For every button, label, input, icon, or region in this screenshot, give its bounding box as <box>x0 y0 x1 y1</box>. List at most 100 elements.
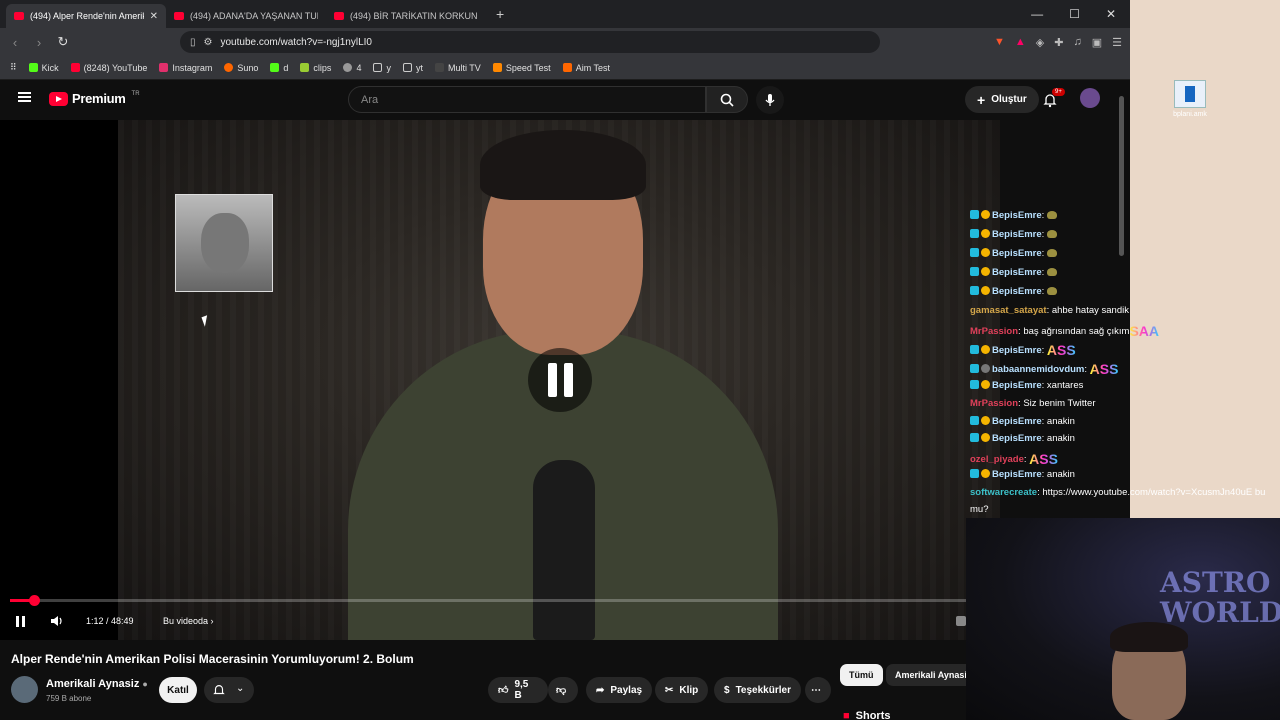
bookmark-instagram[interactable]: Instagram <box>159 63 212 73</box>
bell-icon <box>213 685 225 695</box>
brave-shield-icon[interactable]: ▼ <box>994 36 1005 49</box>
chat-text: : anakin <box>1041 416 1075 427</box>
search-icon <box>720 93 734 107</box>
chat-text: : https://www.youtube.com/watch?v=XcusmJ… <box>1037 487 1266 498</box>
channel-name[interactable]: Amerikali Aynasiz ● <box>46 678 148 690</box>
media-icon[interactable]: ♫ <box>1073 36 1081 49</box>
forward-icon[interactable]: › <box>32 35 46 50</box>
chat-message: ozel_piyade: ASS <box>970 451 1058 467</box>
chat-username[interactable]: BepisEmre <box>992 433 1042 444</box>
bookmark-kick[interactable]: Kick <box>28 63 59 73</box>
clip-button[interactable]: ✂ Klip <box>655 677 709 703</box>
create-button[interactable]: + Oluştur <box>965 86 1039 113</box>
tab-bar: (494) Alper Rende'nin Amerik ✕ (494) ADA… <box>0 0 1130 28</box>
emote-icon <box>1046 287 1057 295</box>
video-player[interactable]: 1:12 / 48:49 Bu videoda › <box>0 120 1000 640</box>
puzzle-icon[interactable]: ✚ <box>1054 36 1063 49</box>
chat-username[interactable]: MrPassion <box>970 398 1018 409</box>
youtube-header: Premium TR Ara + Oluştur 9+ <box>0 80 1130 120</box>
voice-search-button[interactable] <box>756 86 784 114</box>
chip-all[interactable]: Tümü <box>840 664 883 686</box>
bookmark-speedtest[interactable]: Speed Test <box>492 63 551 73</box>
youtube-logo[interactable]: Premium TR <box>49 91 140 106</box>
bookmark-youtube[interactable]: (8248) YouTube <box>70 63 147 73</box>
bookmark-multitv[interactable]: Multi TV <box>434 63 481 73</box>
plus-icon: + <box>977 91 986 108</box>
emote-ass: ASS <box>1046 342 1076 358</box>
autoplay-toggle-icon[interactable] <box>956 616 966 626</box>
extension-icon[interactable]: ◈ <box>1036 36 1044 49</box>
apps-icon[interactable]: ⠿ <box>10 62 17 73</box>
like-button[interactable]: 👍︎ 9,5 B <box>488 677 548 703</box>
bookmark-d[interactable]: d <box>270 63 288 73</box>
close-window-icon[interactable]: ✕ <box>1106 7 1116 21</box>
bookmark-4[interactable]: 4 <box>343 63 361 73</box>
subscriber-badge-icon <box>970 380 979 389</box>
webcam-hair <box>1110 622 1188 652</box>
gift-badge-icon <box>981 469 990 478</box>
wallet-icon[interactable]: ▣ <box>1092 36 1102 49</box>
bookmark-folder-yt[interactable]: yt <box>402 63 423 73</box>
subscriber-badge-icon <box>970 469 979 478</box>
thanks-label: Teşekkürler <box>735 684 791 696</box>
channel-name-text: Amerikali Aynasiz <box>46 678 140 690</box>
thanks-button[interactable]: $ Teşekkürler <box>714 677 801 703</box>
chat-username[interactable]: softwarecreate <box>970 487 1037 498</box>
chat-username[interactable]: BepisEmre <box>992 267 1042 278</box>
chat-username[interactable]: BepisEmre <box>992 229 1042 240</box>
rewards-icon[interactable]: ▲ <box>1015 36 1026 49</box>
chat-username[interactable]: BepisEmre <box>992 286 1042 297</box>
chat-username[interactable]: BepisEmre <box>992 380 1042 391</box>
share-button[interactable]: ➦ Paylaş <box>586 677 653 703</box>
channel-avatar[interactable] <box>11 676 38 703</box>
chapter-button[interactable]: Bu videoda › <box>163 616 214 626</box>
minimize-icon[interactable]: — <box>1031 7 1043 21</box>
file-icon[interactable] <box>1174 80 1206 108</box>
volume-icon[interactable] <box>50 614 64 628</box>
reload-icon[interactable]: ↻ <box>56 34 70 50</box>
chat-message: BepisEmre: <box>970 248 1057 259</box>
bookmark-folder-y[interactable]: y <box>373 63 391 73</box>
bookmark-aimtest[interactable]: Aim Test <box>562 63 610 73</box>
scissors-icon: ✂ <box>665 684 674 696</box>
chat-username[interactable]: babaannemidovdum <box>992 364 1084 375</box>
tab-1[interactable]: (494) Alper Rende'nin Amerik ✕ <box>6 4 166 28</box>
bookmark-suno[interactable]: Suno <box>224 63 258 73</box>
join-button[interactable]: Katıl <box>159 677 197 703</box>
subscribe-bell-button[interactable]: ⌄ <box>204 677 254 703</box>
progress-knob[interactable] <box>29 595 41 606</box>
bookmark-icon[interactable]: ▯ <box>190 37 196 48</box>
maximize-icon[interactable]: ☐ <box>1069 7 1080 21</box>
search-input[interactable]: Ara <box>348 86 706 113</box>
tab-title: (494) ADANA'DA YAŞANAN TUHAF C <box>190 11 318 21</box>
big-pause-button[interactable] <box>528 348 592 412</box>
chat-username[interactable]: gamasat_satayat <box>970 305 1047 316</box>
pause-icon[interactable] <box>16 616 25 627</box>
new-tab-button[interactable]: + <box>486 6 514 22</box>
chat-username[interactable]: BepisEmre <box>992 416 1042 427</box>
url-field[interactable]: ▯ ⚙ youtube.com/watch?v=-ngj1nylLI0 <box>180 31 880 53</box>
chat-username[interactable]: BepisEmre <box>992 210 1042 221</box>
chat-username[interactable]: BepisEmre <box>992 345 1042 356</box>
chat-text: : xantares <box>1041 380 1084 391</box>
progress-bar[interactable] <box>10 595 990 606</box>
tab-3[interactable]: (494) BİR TARİKATIN KORKUNÇ SON <box>326 4 486 28</box>
menu-icon[interactable]: ☰ <box>1112 36 1122 49</box>
account-avatar[interactable] <box>1080 88 1100 108</box>
back-icon[interactable]: ‹ <box>8 35 22 50</box>
tab-2[interactable]: (494) ADANA'DA YAŞANAN TUHAF C <box>166 4 326 28</box>
more-actions-button[interactable]: ⋯ <box>805 677 831 703</box>
bookmark-clips[interactable]: clips <box>300 63 331 73</box>
close-tab-icon[interactable]: ✕ <box>150 11 158 22</box>
search-button[interactable] <box>706 86 748 113</box>
site-info-icon[interactable]: ⚙ <box>204 37 213 48</box>
chat-username[interactable]: MrPassion <box>970 326 1018 337</box>
chat-username[interactable]: BepisEmre <box>992 469 1042 480</box>
chat-username[interactable]: BepisEmre <box>992 248 1042 259</box>
chat-username[interactable]: ozel_piyade <box>970 454 1024 465</box>
dislike-button[interactable]: 👎︎ <box>548 677 578 703</box>
emote-saa: SAA <box>1129 323 1160 339</box>
hamburger-menu-icon[interactable] <box>18 92 31 102</box>
chevron-down-icon: ⌄ <box>236 683 245 694</box>
gift-badge-icon <box>981 229 990 238</box>
